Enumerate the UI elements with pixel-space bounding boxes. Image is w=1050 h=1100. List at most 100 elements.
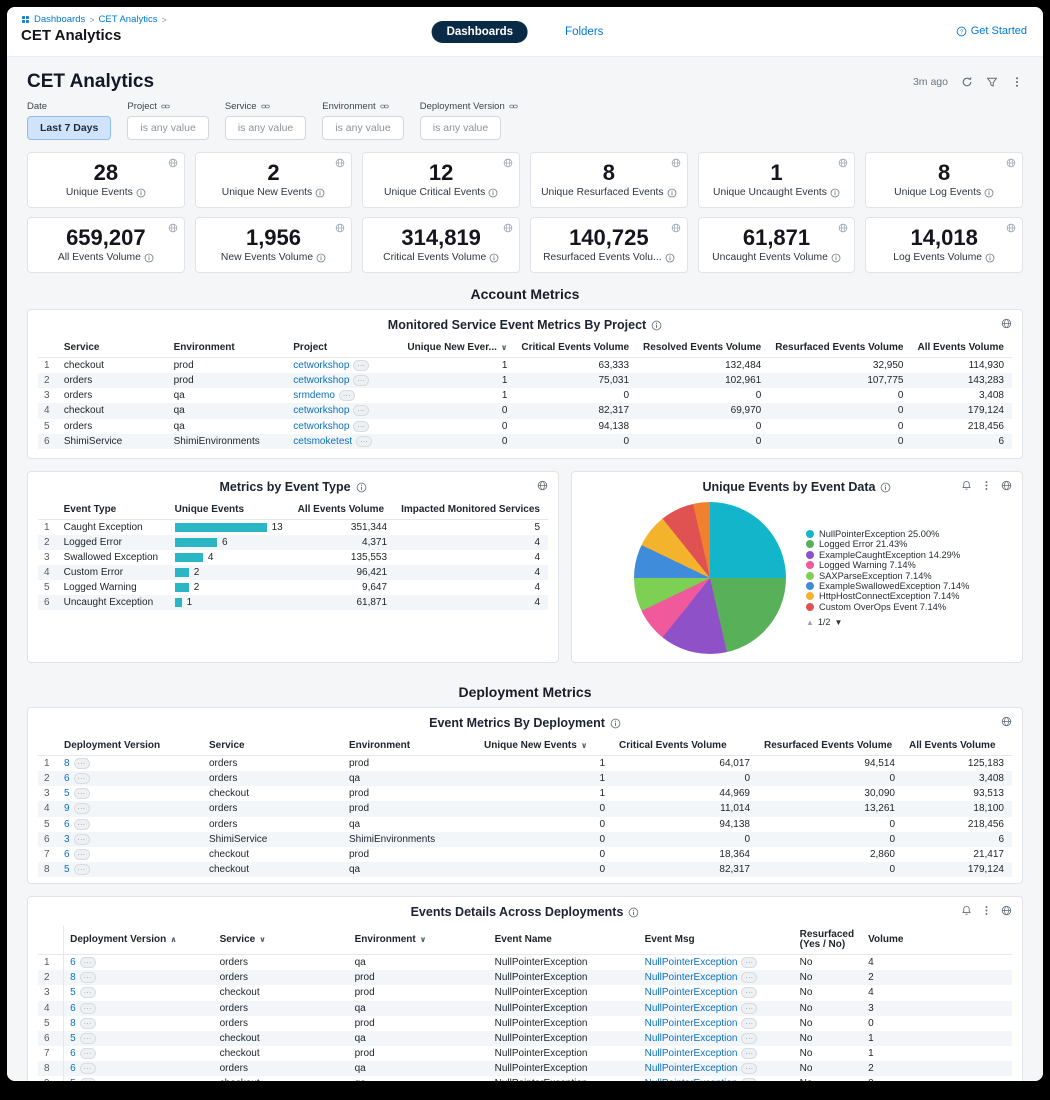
info-icon[interactable] <box>488 188 498 198</box>
sort-desc-icon[interactable]: ∨ <box>581 741 588 750</box>
project-link[interactable]: cetworkshop <box>293 406 349 417</box>
deployment-version-link[interactable]: 5 <box>70 1033 76 1044</box>
bell-icon[interactable] <box>961 480 972 491</box>
filter-value-deployment-version[interactable]: is any value <box>420 116 501 140</box>
legend-page-down-icon[interactable]: ▼ <box>834 618 842 627</box>
info-icon[interactable] <box>831 253 841 263</box>
bell-icon[interactable] <box>961 905 972 916</box>
more-badge[interactable]: ··· <box>353 360 369 371</box>
more-badge[interactable]: ··· <box>741 957 757 968</box>
more-badge[interactable]: ··· <box>353 405 369 416</box>
more-badge[interactable]: ··· <box>741 1078 757 1081</box>
legend-item-saxparseexception[interactable]: SAXParseException 7.14% <box>806 571 969 581</box>
globe-icon[interactable] <box>1001 905 1012 916</box>
project-link[interactable]: cetworkshop <box>293 360 349 371</box>
deployment-version-link[interactable]: 6 <box>70 1063 76 1074</box>
more-badge[interactable]: ··· <box>74 758 90 769</box>
info-icon[interactable] <box>144 253 154 263</box>
globe-icon[interactable] <box>1006 158 1016 168</box>
legend-item-logged-error[interactable]: Logged Error 21.43% <box>806 539 969 549</box>
get-started-link[interactable]: Get Started <box>956 25 1027 37</box>
deployment-version-link[interactable]: 5 <box>64 864 70 875</box>
legend-item-logged-warning[interactable]: Logged Warning 7.14% <box>806 560 969 570</box>
more-badge[interactable]: ··· <box>80 1033 96 1044</box>
info-icon[interactable] <box>667 188 677 198</box>
legend-item-exampleswallowedexception[interactable]: ExampleSwallowedException 7.14% <box>806 581 969 591</box>
more-badge[interactable]: ··· <box>74 849 90 860</box>
more-badge[interactable]: ··· <box>80 1078 96 1081</box>
event-msg-link[interactable]: NullPointerException <box>645 1003 738 1014</box>
globe-icon[interactable] <box>335 158 345 168</box>
breadcrumb-item[interactable]: Dashboards <box>34 14 85 25</box>
more-badge[interactable]: ··· <box>80 987 96 998</box>
info-icon[interactable] <box>628 907 639 918</box>
column-header-unique-new-events[interactable]: Unique New Events∨ <box>478 737 613 756</box>
globe-icon[interactable] <box>168 223 178 233</box>
event-msg-link[interactable]: NullPointerException <box>645 1033 738 1044</box>
column-header-service[interactable]: Service∨ <box>214 926 349 955</box>
info-icon[interactable] <box>136 188 146 198</box>
filter-value-service[interactable]: is any value <box>225 116 306 140</box>
info-icon[interactable] <box>985 253 995 263</box>
more-badge[interactable]: ··· <box>80 1018 96 1029</box>
sort-asc-icon[interactable]: ∧ <box>170 935 177 944</box>
deployment-version-link[interactable]: 8 <box>70 1018 76 1029</box>
project-link[interactable]: cetworkshop <box>293 421 349 432</box>
more-badge[interactable]: ··· <box>353 421 369 432</box>
kebab-menu-icon[interactable] <box>981 480 992 491</box>
deployment-version-link[interactable]: 6 <box>70 1048 76 1059</box>
more-badge[interactable]: ··· <box>74 834 90 845</box>
more-badge[interactable]: ··· <box>80 1063 96 1074</box>
sort-desc-icon[interactable]: ∨ <box>420 935 427 944</box>
legend-item-custom-overops-event[interactable]: Custom OverOps Event 7.14% <box>806 602 969 612</box>
more-badge[interactable]: ··· <box>80 1048 96 1059</box>
kebab-menu-icon[interactable] <box>981 905 992 916</box>
deployment-version-link[interactable]: 3 <box>64 834 70 845</box>
deployment-version-link[interactable]: 8 <box>70 972 76 983</box>
globe-icon[interactable] <box>1006 223 1016 233</box>
deployment-version-link[interactable]: 6 <box>64 773 70 784</box>
info-icon[interactable] <box>610 718 621 729</box>
kebab-menu-icon[interactable] <box>1011 76 1023 88</box>
tab-folders[interactable]: Folders <box>550 21 618 43</box>
more-badge[interactable]: ··· <box>74 773 90 784</box>
tab-dashboards[interactable]: Dashboards <box>432 21 528 43</box>
filter-value-environment[interactable]: is any value <box>322 116 403 140</box>
column-header-deployment-version[interactable]: Deployment Version∧ <box>64 926 214 955</box>
sort-desc-icon[interactable]: ∨ <box>259 935 266 944</box>
event-msg-link[interactable]: NullPointerException <box>645 1018 738 1029</box>
more-badge[interactable]: ··· <box>80 1003 96 1014</box>
legend-item-nullpointerexception[interactable]: NullPointerException 25.00% <box>806 529 969 539</box>
deployment-version-link[interactable]: 5 <box>70 988 76 999</box>
info-icon[interactable] <box>830 188 840 198</box>
event-msg-link[interactable]: NullPointerException <box>645 957 738 968</box>
more-badge[interactable]: ··· <box>741 1018 757 1029</box>
event-msg-link[interactable]: NullPointerException <box>645 972 738 983</box>
more-badge[interactable]: ··· <box>741 1048 757 1059</box>
globe-icon[interactable] <box>838 223 848 233</box>
more-badge[interactable]: ··· <box>339 390 355 401</box>
info-icon[interactable] <box>316 253 326 263</box>
project-link[interactable]: cetworkshop <box>293 375 349 386</box>
info-icon[interactable] <box>665 253 675 263</box>
deployment-version-link[interactable]: 6 <box>64 819 70 830</box>
filter-value-project[interactable]: is any value <box>127 116 208 140</box>
globe-icon[interactable] <box>503 158 513 168</box>
more-badge[interactable]: ··· <box>741 972 757 983</box>
sort-desc-icon[interactable]: ∨ <box>501 343 508 352</box>
legend-page-up-icon[interactable]: ▲ <box>806 618 814 627</box>
globe-icon[interactable] <box>335 223 345 233</box>
info-icon[interactable] <box>356 482 367 493</box>
event-msg-link[interactable]: NullPointerException <box>645 1063 738 1074</box>
info-icon[interactable] <box>489 253 499 263</box>
event-msg-link[interactable]: NullPointerException <box>645 1078 738 1081</box>
deployment-version-link[interactable]: 5 <box>64 788 70 799</box>
project-link[interactable]: cetsmoketest <box>293 436 352 447</box>
deployment-version-link[interactable]: 6 <box>70 957 76 968</box>
deployment-version-link[interactable]: 5 <box>70 1078 76 1081</box>
more-badge[interactable]: ··· <box>74 819 90 830</box>
info-icon[interactable] <box>984 188 994 198</box>
deployment-version-link[interactable]: 6 <box>70 1003 76 1014</box>
column-header-unique-new-ever[interactable]: Unique New Ever...∨ <box>401 339 515 358</box>
globe-icon[interactable] <box>671 223 681 233</box>
